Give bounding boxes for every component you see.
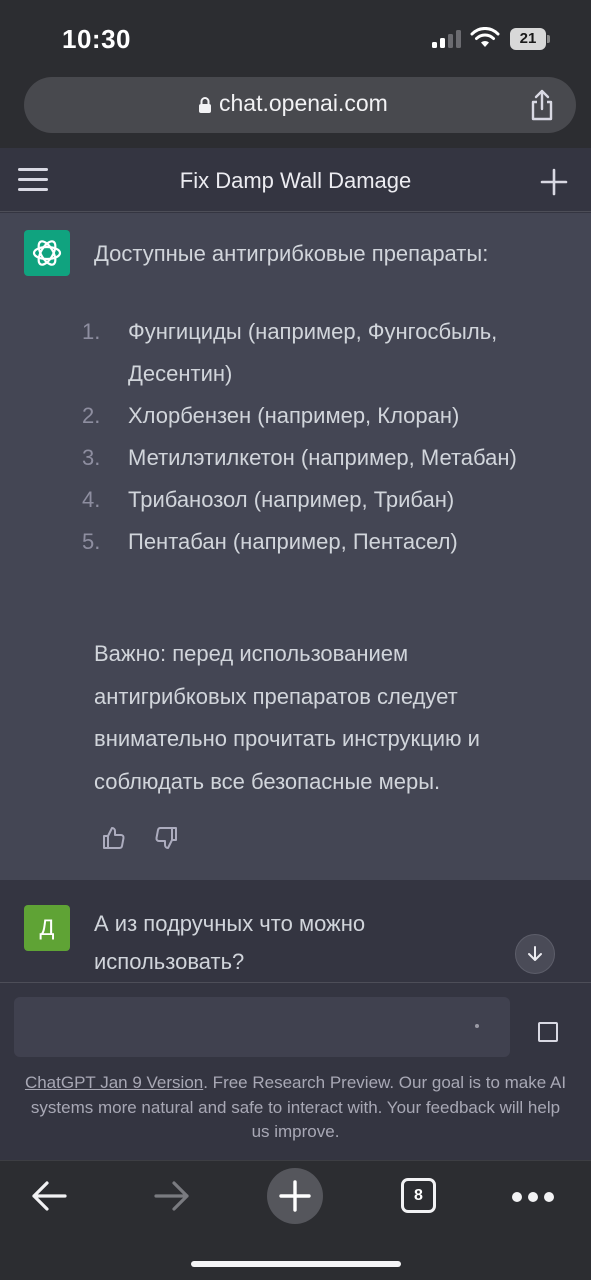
battery-level: 21 [510,28,546,50]
composer: ChatGPT Jan 9 Version. Free Research Pre… [0,982,591,1160]
back-icon[interactable] [30,1179,68,1213]
lock-icon [199,97,211,113]
assistant-note: Важно: перед использованием антигрибковы… [94,641,480,794]
user-message-text: А из подручных что можно использовать? [94,911,366,974]
browser-top-bar: 10:30 21 chat.openai.com [0,0,591,148]
chat-input[interactable] [14,997,510,1057]
version-link[interactable]: ChatGPT Jan 9 Version [25,1073,203,1092]
list-item: 4. Трибанозол (например, Трибан) [82,487,455,512]
conversation-title: Fix Damp Wall Damage [179,168,412,193]
list-item: 5. Пентабан (например, Пентасел) [82,529,458,554]
medication-list: 1. Фунгициды (например, Фунгосбыль, Десен… [82,311,562,563]
list-item: 3. Метилэтилкетон (например, Метабан) [82,445,517,470]
arrow-down-icon [528,946,542,961]
scroll-to-bottom-button[interactable] [515,934,555,974]
user-message: Д А из подручных что можно использовать? [0,880,591,982]
battery-icon: 21 [510,28,550,50]
thumbs-up-icon[interactable] [100,825,126,851]
new-chat-plus-icon[interactable] [540,168,568,196]
home-indicator [191,1261,401,1267]
status-time: 10:30 [62,24,131,54]
browser-toolbar: 8 [0,1160,591,1280]
user-avatar: Д [24,905,70,951]
url-text: chat.openai.com [219,90,388,116]
input-cursor-dot [475,1024,479,1028]
send-icon[interactable] [538,1022,558,1042]
cellular-signal-icon [432,30,462,48]
chat-header: Fix Damp Wall Damage [0,148,591,212]
tabs-icon[interactable]: 8 [401,1178,436,1213]
list-item: 1. Фунгициды (например, Фунгосбыль, Десен… [82,319,498,386]
assistant-message: Доступные антигрибковые препараты: 1. Фун… [0,213,591,880]
list-item: 2. Хлорбензен (например, Клоран) [82,403,460,428]
wifi-icon [470,27,500,47]
assistant-intro: Доступные антигрибковые препараты: [94,241,489,266]
footer-disclaimer: ChatGPT Jan 9 Version. Free Research Pre… [24,1071,567,1145]
thumbs-down-icon[interactable] [154,825,180,851]
address-bar[interactable]: chat.openai.com [24,77,576,133]
more-icon[interactable] [512,1192,554,1202]
share-icon[interactable] [527,88,557,122]
forward-icon[interactable] [153,1179,191,1213]
chatgpt-logo-icon [24,230,70,276]
new-tab-plus-icon[interactable] [267,1168,323,1224]
